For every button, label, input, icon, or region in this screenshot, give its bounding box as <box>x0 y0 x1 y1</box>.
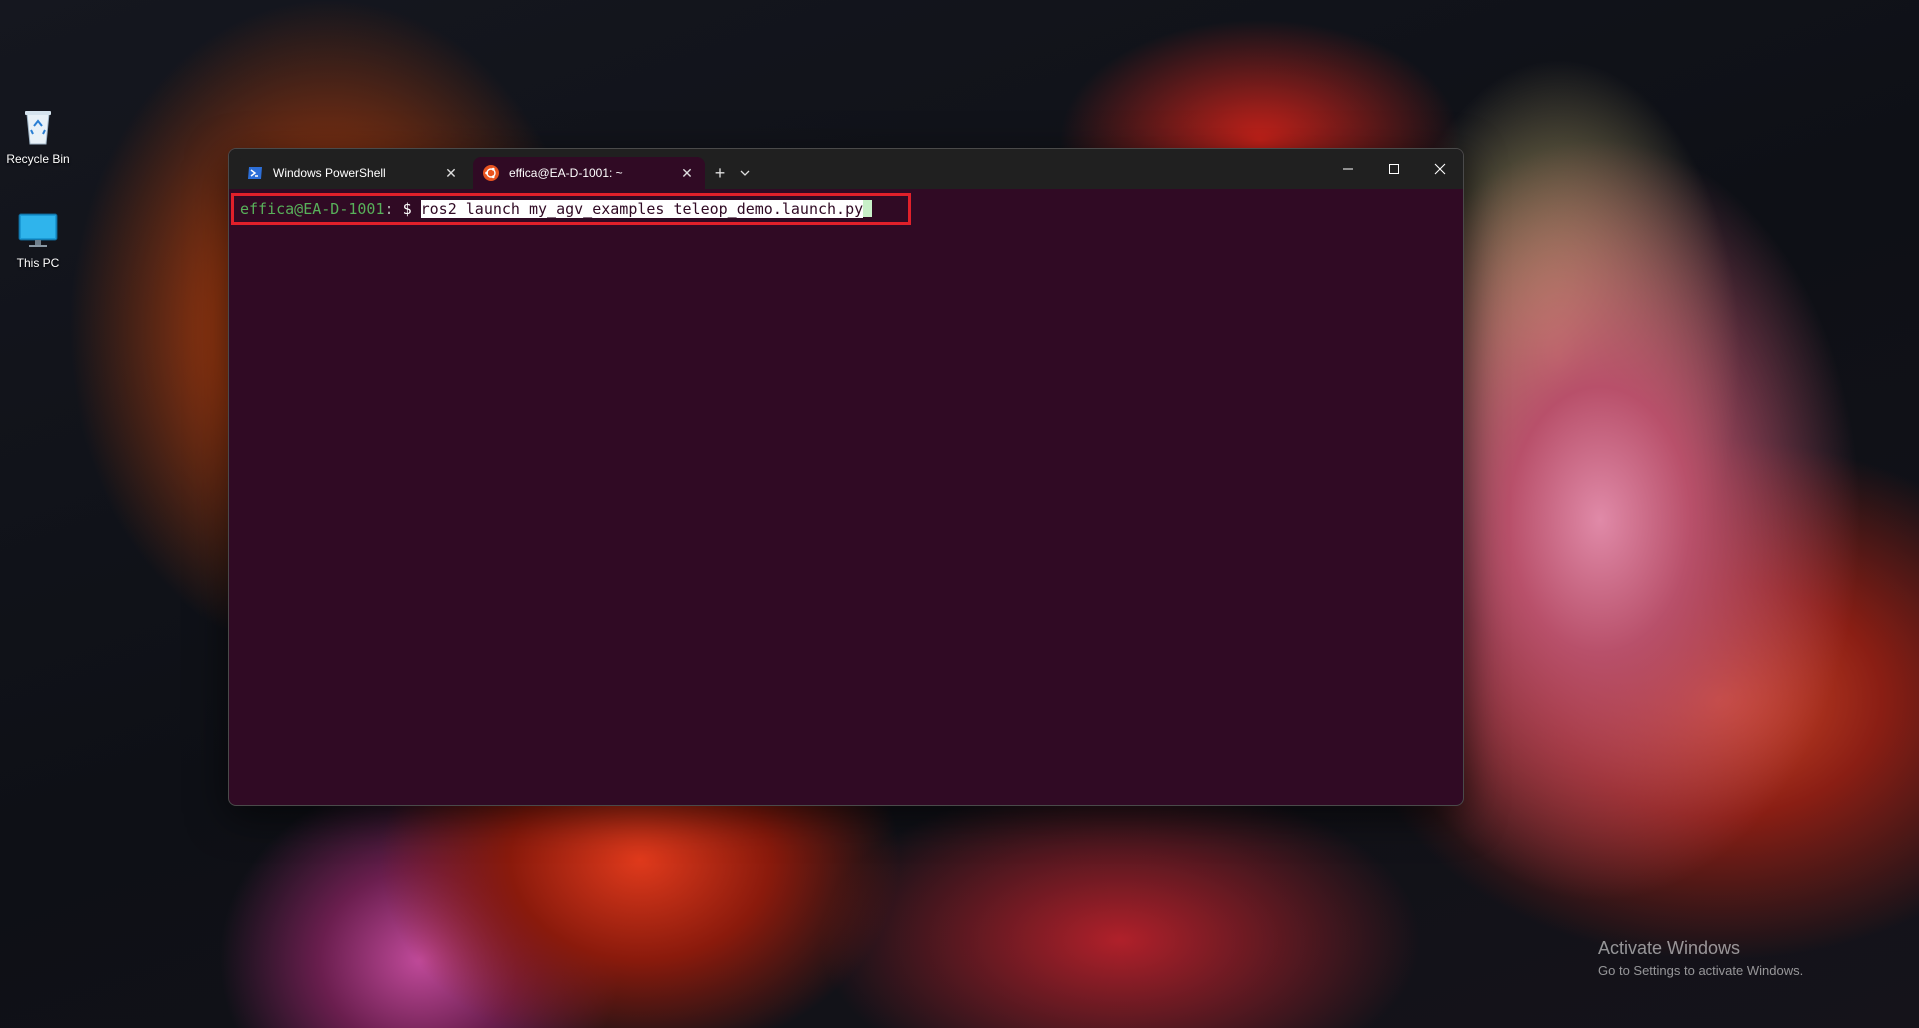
desktop-icon-label: This PC <box>16 256 60 270</box>
maximize-button[interactable] <box>1371 149 1417 189</box>
desktop-icon-label: Recycle Bin <box>6 152 70 166</box>
title-bar: Windows PowerShell ✕ effica@EA-D-1001: ~… <box>229 149 1463 189</box>
prompt-symbol: $ <box>402 200 412 218</box>
prompt-user: effica@EA-D-1001 <box>240 200 385 218</box>
close-icon[interactable]: ✕ <box>443 165 459 182</box>
terminal-window: Windows PowerShell ✕ effica@EA-D-1001: ~… <box>228 148 1464 806</box>
monitor-icon <box>18 213 58 247</box>
prompt-separator: : <box>384 200 394 218</box>
watermark-title: Activate Windows <box>1598 938 1741 958</box>
minimize-icon <box>1343 168 1353 170</box>
window-controls <box>1325 149 1463 189</box>
close-icon[interactable]: ✕ <box>679 165 695 182</box>
command-line[interactable]: effica@EA-D-1001:~ $ ros2 launch my_agv_… <box>231 193 912 225</box>
close-icon <box>1434 163 1446 175</box>
chevron-down-icon[interactable] <box>735 157 755 189</box>
tab-title: Windows PowerShell <box>273 166 386 180</box>
new-tab-button[interactable]: + <box>705 157 735 189</box>
maximize-icon <box>1389 164 1399 174</box>
watermark-subtitle: Go to Settings to activate Windows. <box>1598 963 1804 978</box>
text-cursor <box>863 200 873 217</box>
minimize-button[interactable] <box>1325 149 1371 189</box>
desktop-icon-recycle-bin[interactable]: Recycle Bin <box>0 104 76 166</box>
command-text: ros2 launch my_agv_examples teleop_demo.… <box>420 200 864 218</box>
desktop: Recycle Bin This PC Windows PowerShell ✕ <box>0 0 1919 1028</box>
ubuntu-icon <box>483 165 499 181</box>
tab-ubuntu[interactable]: effica@EA-D-1001: ~ ✕ <box>473 157 705 189</box>
activation-watermark: Activate Windows Go to Settings to activ… <box>1598 938 1803 978</box>
desktop-icon-this-pc[interactable]: This PC <box>0 208 76 270</box>
powershell-icon <box>248 167 262 179</box>
close-window-button[interactable] <box>1417 149 1463 189</box>
terminal-console[interactable]: effica@EA-D-1001:~ $ ros2 launch my_agv_… <box>229 189 1463 233</box>
tab-windows-powershell[interactable]: Windows PowerShell ✕ <box>237 157 469 189</box>
recycle-bin-icon <box>25 111 51 145</box>
tab-title: effica@EA-D-1001: ~ <box>509 166 623 180</box>
